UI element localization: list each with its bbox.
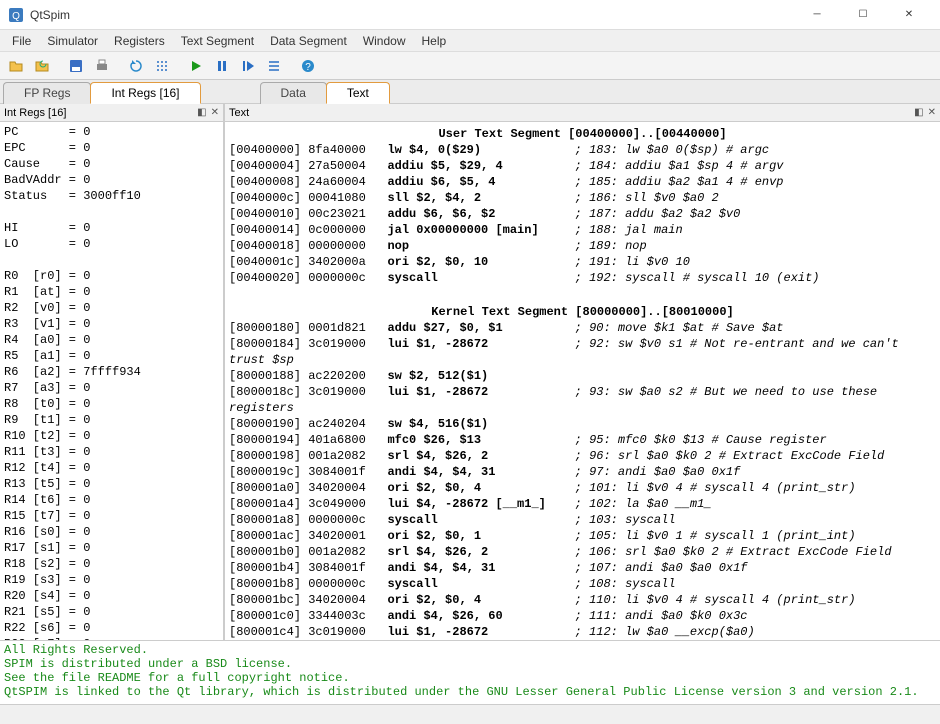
title-bar: Q QtSpim ─ ☐ ✕ [0,0,940,30]
instruction-row: [80000198] 001a2082 srl $4, $26, 2 ; 96:… [229,448,936,464]
tab-data[interactable]: Data [260,82,327,104]
text-content: User Text Segment [00400000]..[00440000]… [225,122,940,640]
instruction-row: [80000190] ac240204 sw $4, 516($1) [229,416,936,432]
toolbar: ? [0,52,940,80]
maximize-button[interactable]: ☐ [840,0,886,30]
text-scroll[interactable]: User Text Segment [00400000]..[00440000]… [225,122,940,640]
menu-help[interactable]: Help [414,32,455,50]
instruction-row: [00400008] 24a60004 addiu $6, $5, 4 ; 18… [229,174,936,190]
run-icon[interactable] [184,54,208,78]
instruction-row-cont: registers [229,400,936,416]
menu-text-segment[interactable]: Text Segment [173,32,262,50]
instruction-row: [80000184] 3c019000 lui $1, -28672 ; 92:… [229,336,936,352]
instruction-row: [800001b0] 001a2082 srl $4, $26, 2 ; 106… [229,544,936,560]
refresh-icon[interactable] [124,54,148,78]
tab-text[interactable]: Text [326,82,390,104]
instruction-row: [800001bc] 34020004 ori $2, $0, 4 ; 110:… [229,592,936,608]
instruction-row: [0040001c] 3402000a ori $2, $0, 10 ; 191… [229,254,936,270]
dock-close-icon[interactable]: ✕ [928,107,936,118]
text-pane: Text ◧ ✕ User Text Segment [00400000]..[… [224,104,940,640]
console-output: All Rights Reserved. SPIM is distributed… [0,640,940,704]
segment-title: Kernel Text Segment [80000000]..[8001000… [229,302,936,320]
text-header: Text ◧ ✕ [225,104,940,122]
tab-fp-regs[interactable]: FP Regs [3,82,91,104]
instruction-row: [800001a8] 0000000c syscall ; 103: sysca… [229,512,936,528]
instruction-row: [00400000] 8fa40000 lw $4, 0($29) ; 183:… [229,142,936,158]
text-title: Text [229,107,249,119]
instruction-row: [80000188] ac220200 sw $2, 512($1) [229,368,936,384]
menu-bar: File Simulator Registers Text Segment Da… [0,30,940,52]
registers-title: Int Regs [16] [4,107,66,119]
instruction-row: [00400004] 27a50004 addiu $5, $29, 4 ; 1… [229,158,936,174]
registers-header: Int Regs [16] ◧ ✕ [0,104,223,122]
instruction-row: [800001ac] 34020001 ori $2, $0, 1 ; 105:… [229,528,936,544]
instruction-row: [80000180] 0001d821 addu $27, $0, $1 ; 9… [229,320,936,336]
main-panes: Int Regs [16] ◧ ✕ PC = 0 EPC = 0 Cause =… [0,104,940,640]
reload-icon[interactable] [30,54,54,78]
menu-file[interactable]: File [4,32,39,50]
registers-content: PC = 0 EPC = 0 Cause = 0 BadVAddr = 0 St… [0,122,223,640]
instruction-row: [800001c4] 3c019000 lui $1, -28672 ; 112… [229,624,936,640]
step-icon[interactable] [236,54,260,78]
segment-title: User Text Segment [00400000]..[00440000] [229,124,936,142]
instruction-row: [8000018c] 3c019000 lui $1, -28672 ; 93:… [229,384,936,400]
menu-window[interactable]: Window [355,32,414,50]
instruction-row: [800001b4] 3084001f andi $4, $4, 31 ; 10… [229,560,936,576]
instruction-row: [800001b8] 0000000c syscall ; 108: sysca… [229,576,936,592]
svg-text:?: ? [305,62,311,73]
instruction-row: [800001c0] 3344003c andi $4, $26, 60 ; 1… [229,608,936,624]
instruction-row: [8000019c] 3084001f andi $4, $4, 31 ; 97… [229,464,936,480]
instruction-row: [00400010] 00c23021 addu $6, $6, $2 ; 18… [229,206,936,222]
dock-close-icon[interactable]: ✕ [211,107,219,118]
svg-text:Q: Q [12,11,20,22]
instruction-row-cont: trust $sp [229,352,936,368]
save-icon[interactable] [64,54,88,78]
registers-scroll[interactable]: PC = 0 EPC = 0 Cause = 0 BadVAddr = 0 St… [0,122,223,640]
instruction-row: [00400014] 0c000000 jal 0x00000000 [main… [229,222,936,238]
window-title: QtSpim [30,8,794,22]
instruction-row: [00400020] 0000000c syscall ; 192: sysca… [229,270,936,286]
instruction-row: [0040000c] 00041080 sll $2, $4, 2 ; 186:… [229,190,936,206]
close-button[interactable]: ✕ [886,0,932,30]
instruction-row: [800001a0] 34020004 ori $2, $0, 4 ; 101:… [229,480,936,496]
tab-int-regs[interactable]: Int Regs [16] [90,82,200,104]
menu-simulator[interactable]: Simulator [39,32,106,50]
menu-data-segment[interactable]: Data Segment [262,32,355,50]
list-icon[interactable] [262,54,286,78]
tab-row: FP Regs Int Regs [16] Data Text [0,80,940,104]
open-icon[interactable] [4,54,28,78]
app-icon: Q [8,7,24,23]
minimize-button[interactable]: ─ [794,0,840,30]
menu-registers[interactable]: Registers [106,32,173,50]
pause-icon[interactable] [210,54,234,78]
dock-float-icon[interactable]: ◧ [914,107,923,118]
registers-pane: Int Regs [16] ◧ ✕ PC = 0 EPC = 0 Cause =… [0,104,224,640]
instruction-row: [800001a4] 3c049000 lui $4, -28672 [__m1… [229,496,936,512]
print-icon[interactable] [90,54,114,78]
instruction-row: [00400018] 00000000 nop ; 189: nop [229,238,936,254]
grid-icon[interactable] [150,54,174,78]
help-icon[interactable]: ? [296,54,320,78]
status-bar [0,704,940,724]
dock-float-icon[interactable]: ◧ [197,107,206,118]
instruction-row: [80000194] 401a6800 mfc0 $26, $13 ; 95: … [229,432,936,448]
